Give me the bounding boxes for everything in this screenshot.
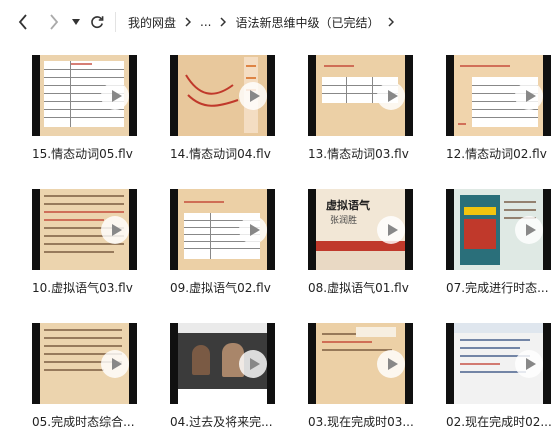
- back-button[interactable]: [14, 10, 32, 34]
- play-icon: [377, 349, 405, 378]
- breadcrumb-ellipsis[interactable]: ...: [200, 15, 211, 29]
- video-thumbnail: [446, 323, 551, 404]
- play-icon: [101, 81, 129, 110]
- refresh-icon: [91, 16, 104, 29]
- video-thumbnail: [170, 189, 275, 270]
- file-name: 14.情态动词04.flv: [170, 147, 271, 161]
- play-icon: [101, 349, 129, 378]
- thumb-title: 虚拟语气: [326, 199, 370, 212]
- file-name: 12.情态动词02.flv: [446, 147, 547, 161]
- file-name: 08.虚拟语气01.flv: [308, 281, 409, 295]
- chevron-left-icon: [18, 14, 27, 30]
- toolbar: 我的网盘 ... 语法新思维中级（已完结）: [0, 0, 560, 44]
- file-grid: 15.情态动词05.flv 14.情态动词04.flv 13.情态动词03.fl…: [0, 44, 560, 441]
- breadcrumb: 我的网盘 ... 语法新思维中级（已完结）: [128, 0, 403, 44]
- video-thumbnail: [32, 323, 137, 404]
- file-name: 02.现在完成时02...: [446, 415, 552, 429]
- play-icon: [377, 81, 405, 110]
- chevron-right-icon: [50, 14, 59, 30]
- file-name: 07.完成进行时态...: [446, 281, 549, 295]
- file-name: 09.虚拟语气02.flv: [170, 281, 271, 295]
- file-name: 03.现在完成时03...: [308, 415, 414, 429]
- breadcrumb-current[interactable]: 语法新思维中级（已完结）: [235, 14, 379, 31]
- toolbar-divider: [115, 12, 116, 32]
- thumb-author: 张润胜: [330, 216, 358, 226]
- video-thumbnail: [446, 189, 551, 270]
- breadcrumb-expand-icon[interactable]: [388, 17, 395, 27]
- breadcrumb-root[interactable]: 我的网盘: [128, 14, 176, 31]
- video-thumbnail: [308, 323, 413, 404]
- refresh-button[interactable]: [88, 10, 106, 34]
- play-icon: [515, 81, 543, 110]
- video-thumbnail: [170, 323, 275, 404]
- file-name: 10.虚拟语气03.flv: [32, 281, 133, 295]
- play-icon: [515, 215, 543, 244]
- breadcrumb-separator-icon: [185, 17, 192, 27]
- video-thumbnail: [308, 55, 413, 136]
- video-thumbnail: [32, 189, 137, 270]
- play-icon: [239, 349, 267, 378]
- play-icon: [239, 81, 267, 110]
- breadcrumb-separator-icon: [220, 17, 227, 27]
- file-name: 05.完成时态综合...: [32, 415, 135, 429]
- caret-down-icon: [72, 19, 80, 25]
- history-dropdown-button[interactable]: [70, 10, 82, 34]
- video-thumbnail: [170, 55, 275, 136]
- play-icon: [515, 349, 543, 378]
- file-name: 15.情态动词05.flv: [32, 147, 133, 161]
- video-thumbnail: [446, 55, 551, 136]
- file-name: 13.情态动词03.flv: [308, 147, 409, 161]
- forward-button[interactable]: [45, 10, 63, 34]
- video-thumbnail: 虚拟语气 张润胜: [308, 189, 413, 270]
- file-name: 04.过去及将来完...: [170, 415, 273, 429]
- video-thumbnail: [32, 55, 137, 136]
- play-icon: [239, 215, 267, 244]
- play-icon: [101, 215, 129, 244]
- play-icon: [377, 215, 405, 244]
